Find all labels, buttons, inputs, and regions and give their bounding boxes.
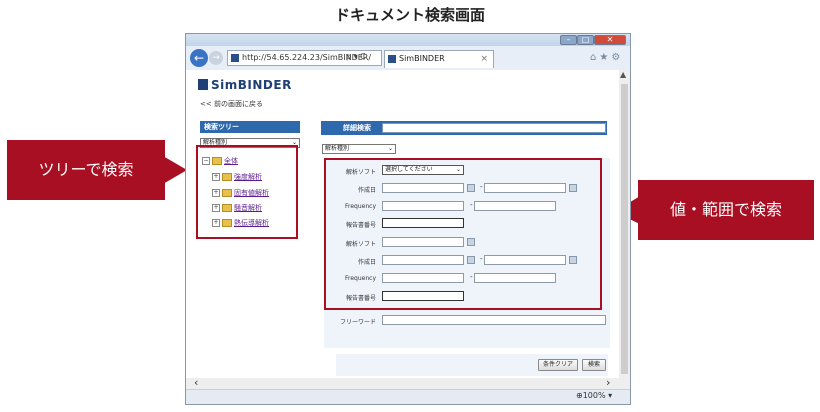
callout-tree-search: ツリーで検索	[7, 140, 165, 200]
app-logo: SimBINDER	[198, 78, 292, 92]
callout-tree-arrow	[163, 156, 187, 184]
home-icon[interactable]: ⌂	[590, 52, 599, 63]
scroll-thumb[interactable]	[621, 84, 628, 374]
scroll-up-icon[interactable]: ▲	[620, 70, 626, 79]
tab-favicon-icon	[388, 55, 396, 63]
title-bar: – □ ✕	[186, 34, 630, 46]
nav-bar: ← → http://54.65.224.23/SimBINDER/ ρ ▾ C…	[186, 46, 630, 70]
scroll-left-icon[interactable]: ‹	[194, 376, 198, 389]
tree-highlight-box	[196, 145, 298, 239]
browser-toolbar-icons: ⌂★⚙	[590, 52, 623, 63]
back-link[interactable]: << 前の画面に戻る	[200, 99, 263, 109]
forward-button[interactable]: →	[209, 51, 223, 65]
back-button[interactable]: ←	[190, 49, 208, 67]
tree-panel-header: 検索ツリー	[200, 121, 300, 133]
browser-tab[interactable]: SimBINDER ×	[384, 50, 494, 68]
tab-close-icon[interactable]: ×	[480, 51, 488, 67]
chevron-down-icon: ⌄	[387, 145, 393, 152]
vertical-scrollbar[interactable]: ▲	[619, 70, 630, 378]
tab-title: SimBINDER	[399, 54, 445, 63]
close-button[interactable]: ✕	[594, 35, 626, 45]
page-title: ドキュメント検索画面	[334, 6, 485, 24]
favorites-star-icon[interactable]: ★	[599, 52, 611, 63]
minimize-button[interactable]: –	[560, 35, 577, 45]
callout-value-search: 値・範囲で検索	[638, 180, 814, 240]
detail-type-select[interactable]: 解析種別 ⌄	[322, 144, 396, 154]
freeword-label: フリーワード	[339, 319, 376, 326]
value-range-highlight-box	[324, 158, 602, 310]
horizontal-scrollbar[interactable]: ‹ ›	[186, 376, 630, 389]
detail-search-input[interactable]	[382, 123, 606, 133]
scroll-right-icon[interactable]: ›	[606, 376, 610, 389]
freeword-input[interactable]	[382, 315, 606, 325]
settings-gear-icon[interactable]: ⚙	[611, 52, 623, 63]
callout-tree-search-label: ツリーで検索	[38, 160, 134, 179]
zoom-level: 100%	[582, 391, 606, 400]
callout-value-search-label: 値・範囲で検索	[669, 200, 782, 219]
address-tools[interactable]: ρ ▾ C	[346, 50, 366, 64]
zoom-control[interactable]: ⊕100% ▾	[576, 391, 612, 400]
site-favicon-icon	[231, 53, 239, 62]
chevron-down-icon: ▾	[605, 391, 613, 400]
maximize-button[interactable]: □	[577, 35, 594, 45]
zoom-icon: ⊕	[576, 391, 583, 400]
logo-text: SimBINDER	[211, 78, 292, 92]
status-bar: ⊕100% ▾	[186, 389, 630, 404]
detail-type-select-value: 解析種別	[325, 145, 350, 152]
search-button[interactable]: 検索	[582, 359, 606, 371]
clear-conditions-button[interactable]: 条件クリア	[538, 359, 578, 371]
logo-mark-icon	[198, 79, 208, 90]
